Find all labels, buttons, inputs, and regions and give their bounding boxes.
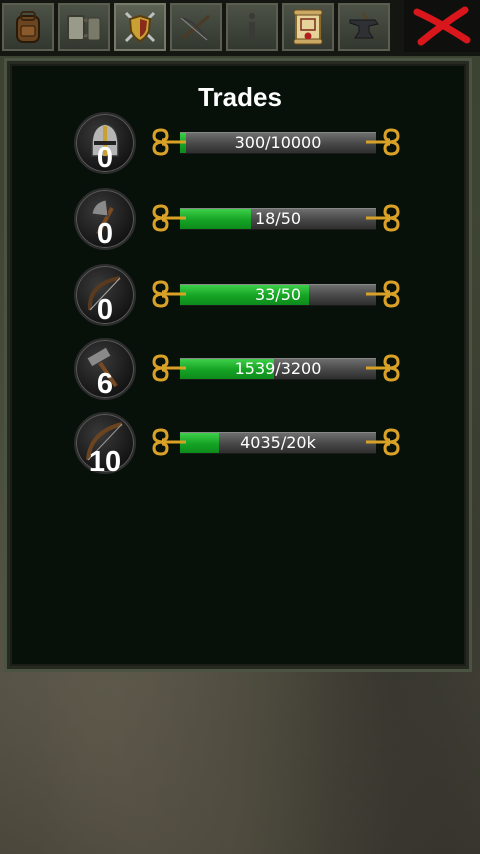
progress-track: 18/50 [180, 208, 376, 230]
progress-label: 33/50 [254, 285, 302, 304]
tankard-icon [67, 15, 101, 41]
ornament-left [150, 279, 188, 309]
trade-progress-bar: 18/50 [150, 203, 402, 233]
trade-row: 6 1539/3200 [0, 338, 480, 414]
ornament-right [364, 203, 402, 233]
progress-track: 300/10000 [180, 132, 376, 154]
trade-count: 6 [96, 368, 114, 400]
ornament-scroll-icon [366, 354, 400, 382]
ornament-scroll-icon [152, 280, 186, 308]
tab-info[interactable] [226, 3, 278, 51]
progress-label: 300/10000 [234, 133, 322, 152]
ornament-right [364, 427, 402, 457]
close-x-icon [413, 6, 471, 46]
anvil-icon [349, 12, 379, 39]
tab-anvil[interactable] [338, 3, 390, 51]
trade-progress-bar: 4035/20k [150, 427, 402, 457]
ornament-scroll-icon [152, 354, 186, 382]
progress-label: 18/50 [254, 209, 302, 228]
tab-scroll[interactable] [282, 3, 334, 51]
ornament-left [150, 353, 188, 383]
tab-crossbow[interactable] [170, 3, 222, 51]
ornament-scroll-icon [366, 428, 400, 456]
progress-track: 33/50 [180, 284, 376, 306]
trade-progress-bar: 1539/3200 [150, 353, 402, 383]
trade-row: 0 33/50 [0, 264, 480, 340]
ornament-left [150, 427, 188, 457]
progress-track: 1539/3200 [180, 358, 376, 380]
ornament-left [150, 203, 188, 233]
trade-row: 10 4035/20k [0, 412, 480, 488]
ornament-right [364, 279, 402, 309]
ornament-right [364, 127, 402, 157]
backpack-icon [16, 11, 40, 43]
trade-count: 0 [96, 142, 114, 174]
ornament-scroll-icon [152, 128, 186, 156]
progress-label: 1539/3200 [234, 359, 322, 378]
tab-shield-swords[interactable] [114, 3, 166, 51]
trade-row: 0 300/10000 [0, 112, 480, 188]
progress-track: 4035/20k [180, 432, 376, 454]
crossbow-icon [180, 14, 210, 41]
info-icon [249, 13, 255, 40]
progress-label: 4035/20k [240, 433, 316, 452]
ornament-scroll-icon [366, 128, 400, 156]
trade-count: 10 [88, 446, 122, 478]
tab-tankard[interactable] [58, 3, 110, 51]
ornament-left [150, 127, 188, 157]
scroll-icon [293, 9, 323, 45]
trade-row: 0 18/50 [0, 188, 480, 264]
tab-backpack[interactable] [2, 3, 54, 51]
ornament-scroll-icon [366, 204, 400, 232]
close-button[interactable] [404, 0, 480, 52]
ornament-scroll-icon [152, 428, 186, 456]
ornament-scroll-icon [366, 280, 400, 308]
trade-count: 0 [96, 218, 114, 250]
ornament-scroll-icon [152, 204, 186, 232]
ornament-right [364, 353, 402, 383]
panel-title: Trades [198, 82, 282, 112]
shield-swords-icon [124, 11, 156, 43]
trade-count: 0 [96, 294, 114, 326]
tab-bar [0, 0, 480, 56]
trade-progress-bar: 33/50 [150, 279, 402, 309]
trade-progress-bar: 300/10000 [150, 127, 402, 157]
